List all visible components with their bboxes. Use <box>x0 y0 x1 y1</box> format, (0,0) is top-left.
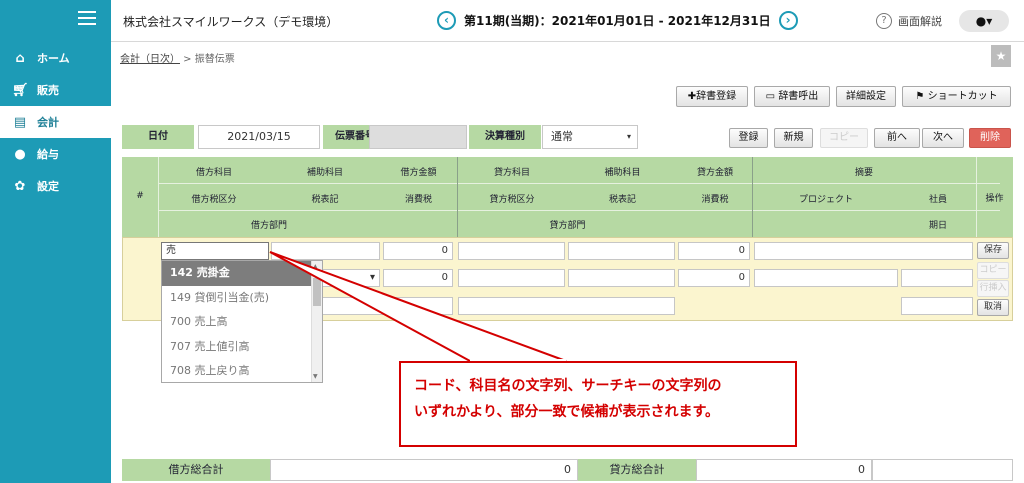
credit-total-label: 貸方総合計 <box>578 459 696 481</box>
callout-line-2: いずれかより、部分一致で候補が表示されます。 <box>414 404 720 420</box>
debit-total-value: 0 <box>270 459 578 481</box>
totals-bar: 借方総合計 0 貸方総合計 0 <box>122 459 1013 483</box>
debit-total-label: 借方総合計 <box>122 459 270 481</box>
callout-box: コード、科目名の文字列、サーチキーの文字列の いずれかより、部分一致で候補が表示… <box>399 361 797 447</box>
totals-extra-field <box>872 459 1013 481</box>
credit-total-value: 0 <box>696 459 872 481</box>
callout-line-1: コード、科目名の文字列、サーチキーの文字列の <box>414 378 722 394</box>
